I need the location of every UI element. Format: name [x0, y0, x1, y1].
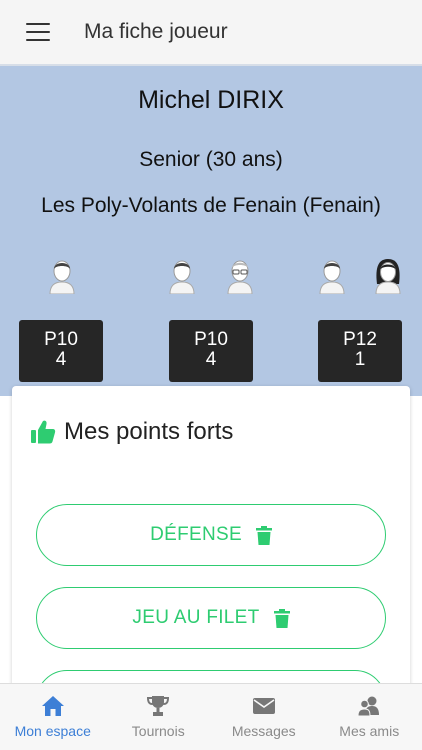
rank-value: 4: [55, 349, 67, 370]
strength-jeu-au-filet-button[interactable]: JEU AU FILET: [36, 587, 386, 649]
trash-icon[interactable]: [273, 608, 290, 628]
envelope-icon: [252, 698, 275, 714]
ranking-mixte[interactable]: P12 1: [318, 320, 402, 382]
ranking-double[interactable]: P10 4: [169, 320, 253, 382]
nav-label: Mes amis: [339, 723, 400, 739]
strengths-header: Mes points forts: [30, 418, 233, 446]
discipline-avatars: [0, 254, 422, 296]
rank-code: P12: [343, 329, 377, 350]
male-player-icon: [49, 260, 75, 294]
rank-code: P10: [194, 329, 228, 350]
female-player-icon: [375, 259, 401, 294]
nav-messages[interactable]: Messages: [211, 684, 317, 750]
rank-value: 4: [205, 349, 217, 370]
nav-tournois[interactable]: Tournois: [106, 684, 212, 750]
home-icon: [41, 696, 64, 716]
rank-value: 1: [354, 349, 366, 370]
app-bar: Ma fiche joueur: [0, 0, 422, 64]
friends-icon: [357, 696, 380, 717]
player-header: Michel DIRIX Senior (30 ans) Les Poly-Vo…: [0, 64, 422, 396]
rank-code: P10: [44, 329, 78, 350]
player-club: Les Poly-Volants de Fenain (Fenain): [41, 194, 381, 217]
player-name: Michel DIRIX: [138, 86, 284, 114]
strength-label: JEU AU FILET: [132, 607, 260, 628]
hamburger-menu-icon[interactable]: [26, 23, 50, 41]
nav-mon-espace[interactable]: Mon espace: [0, 684, 106, 750]
strength-label: DÉFENSE: [150, 524, 242, 545]
bottom-navigation: Mon espace Tournois Messages Mes amis: [0, 683, 422, 750]
strength-defense-button[interactable]: DÉFENSE: [36, 504, 386, 566]
nav-label: Mon espace: [14, 723, 91, 739]
strengths-title: Mes points forts: [64, 418, 234, 445]
ranking-simple[interactable]: P10 4: [19, 320, 103, 382]
nav-label: Tournois: [131, 723, 185, 739]
male-player-glasses-icon: [227, 260, 253, 294]
strengths-card: Mes points forts DÉFENSE JEU AU FILET: [12, 386, 410, 732]
nav-label: Messages: [231, 723, 296, 739]
trophy-icon: [147, 696, 170, 716]
male-player-icon: [319, 260, 345, 294]
trash-icon[interactable]: [255, 525, 272, 545]
player-category: Senior (30 ans): [139, 148, 283, 171]
page-title: Ma fiche joueur: [84, 20, 228, 43]
thumbs-up-icon: [31, 420, 56, 444]
nav-mes-amis[interactable]: Mes amis: [317, 684, 422, 750]
male-player-icon: [169, 260, 195, 294]
